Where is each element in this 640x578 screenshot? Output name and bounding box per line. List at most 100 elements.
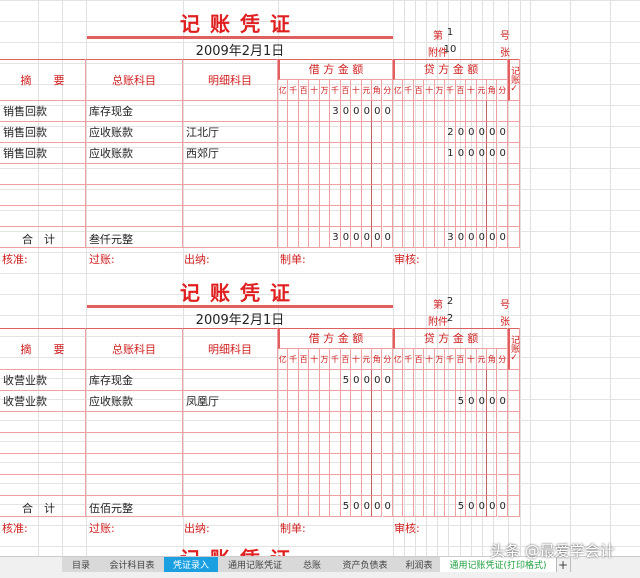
amount-cell <box>487 370 498 391</box>
amount-cell <box>351 412 362 433</box>
posted-cell[interactable] <box>508 206 520 227</box>
total-credit-digit: 0 <box>499 501 506 512</box>
debit-digit: 0 <box>353 106 360 117</box>
posted-cell[interactable] <box>508 227 520 248</box>
amount-cell <box>434 475 446 496</box>
row-detail: 西郊厅 <box>183 143 278 164</box>
amount-cell <box>497 185 508 206</box>
posted-cell[interactable] <box>508 122 520 143</box>
amount-cell <box>330 164 341 185</box>
posted-cell[interactable] <box>508 164 520 185</box>
amount-cell <box>497 101 508 122</box>
posted-cell[interactable] <box>508 475 520 496</box>
amount-cell <box>403 412 414 433</box>
sheet-tab[interactable]: 通用记账凭证 <box>218 557 293 572</box>
unit-header: 万 <box>434 80 446 101</box>
unit-header: 角 <box>487 80 498 101</box>
amount-cell <box>319 496 331 517</box>
amount-cell <box>413 433 425 454</box>
footer-review: 审核: <box>394 522 420 535</box>
posted-cell[interactable] <box>508 454 520 475</box>
unit-header: 百 <box>413 80 425 101</box>
total-debit-digit: 0 <box>363 232 370 243</box>
amount-cell <box>424 122 435 143</box>
amount-cell <box>445 433 456 454</box>
amount-cell <box>298 391 310 412</box>
row-summary: 销售回款 <box>0 143 86 164</box>
footer-maker: 制单: <box>280 522 306 535</box>
amount-cell <box>476 206 488 227</box>
posted-cell[interactable] <box>508 496 520 517</box>
amount-cell <box>424 391 435 412</box>
voucher-title: 记账凭证 <box>180 12 300 36</box>
unit-header: 千 <box>445 349 456 370</box>
row-summary: 销售回款 <box>0 122 86 143</box>
amount-cell <box>455 433 467 454</box>
sheet-tab[interactable]: 利润表 <box>398 557 441 572</box>
posted-cell[interactable] <box>508 143 520 164</box>
amount-cell <box>298 143 310 164</box>
amount-cell <box>382 475 393 496</box>
posted-cell[interactable] <box>508 391 520 412</box>
posted-cell[interactable] <box>508 412 520 433</box>
amount-cell <box>361 454 373 475</box>
amount-cell <box>372 475 383 496</box>
sheet-tab[interactable]: 凭证录入 <box>164 557 219 572</box>
unit-header: 分 <box>382 349 393 370</box>
unit-header: 百 <box>298 80 310 101</box>
debit-digit: 0 <box>363 375 370 386</box>
sheet-tab[interactable]: 总账 <box>292 557 333 572</box>
posted-cell[interactable] <box>508 101 520 122</box>
amount-cell <box>288 227 299 248</box>
voucher-date: 2009年2月1日 <box>195 44 285 59</box>
unit-header: 元 <box>476 80 488 101</box>
row-account <box>86 475 183 496</box>
amount-cell <box>424 370 435 391</box>
attachment-count: 2 <box>446 313 454 324</box>
posted-cell[interactable] <box>508 185 520 206</box>
amount-cell <box>445 391 456 412</box>
sheet-tab[interactable]: 会计科目表 <box>100 557 165 572</box>
amount-cell <box>361 164 373 185</box>
unit-header: 万 <box>319 80 331 101</box>
unit-header: 十 <box>309 80 320 101</box>
amount-cell <box>278 101 289 122</box>
amount-cell <box>330 391 341 412</box>
sheet-tab[interactable]: 目录 <box>62 557 101 572</box>
amount-cell <box>288 454 299 475</box>
amount-cell <box>434 143 446 164</box>
amount-cell <box>413 475 425 496</box>
amount-cell <box>309 206 320 227</box>
header-summary: 摘 要 <box>0 59 86 101</box>
amount-cell <box>455 101 467 122</box>
posted-cell[interactable] <box>508 433 520 454</box>
amount-cell <box>278 164 289 185</box>
amount-cell <box>487 206 498 227</box>
total-credit-digit: 0 <box>468 501 475 512</box>
amount-cell <box>278 433 289 454</box>
amount-cell <box>330 475 341 496</box>
amount-cell <box>424 454 435 475</box>
amount-cell <box>424 227 435 248</box>
credit-digit: 0 <box>457 127 465 138</box>
posted-cell[interactable] <box>508 370 520 391</box>
total-in-words: 叁仟元整 <box>89 233 133 246</box>
unit-header: 十 <box>309 349 320 370</box>
unit-header: 元 <box>361 80 373 101</box>
unit-header: 角 <box>372 80 383 101</box>
row-account <box>86 206 183 227</box>
total-in-words: 伍佰元整 <box>89 502 133 515</box>
header-detail: 明细科目 <box>183 59 278 101</box>
amount-cell <box>361 475 373 496</box>
amount-cell <box>319 122 331 143</box>
amount-cell <box>278 143 289 164</box>
amount-cell <box>413 227 425 248</box>
sheet-tab[interactable]: 资产负债表 <box>332 557 399 572</box>
total-debit-digit: 3 <box>332 232 339 243</box>
amount-cell <box>466 475 477 496</box>
amount-cell <box>330 433 341 454</box>
amount-cell <box>372 185 383 206</box>
total-credit-digit: 0 <box>478 501 485 512</box>
row-account <box>86 412 183 433</box>
amount-cell <box>403 185 414 206</box>
